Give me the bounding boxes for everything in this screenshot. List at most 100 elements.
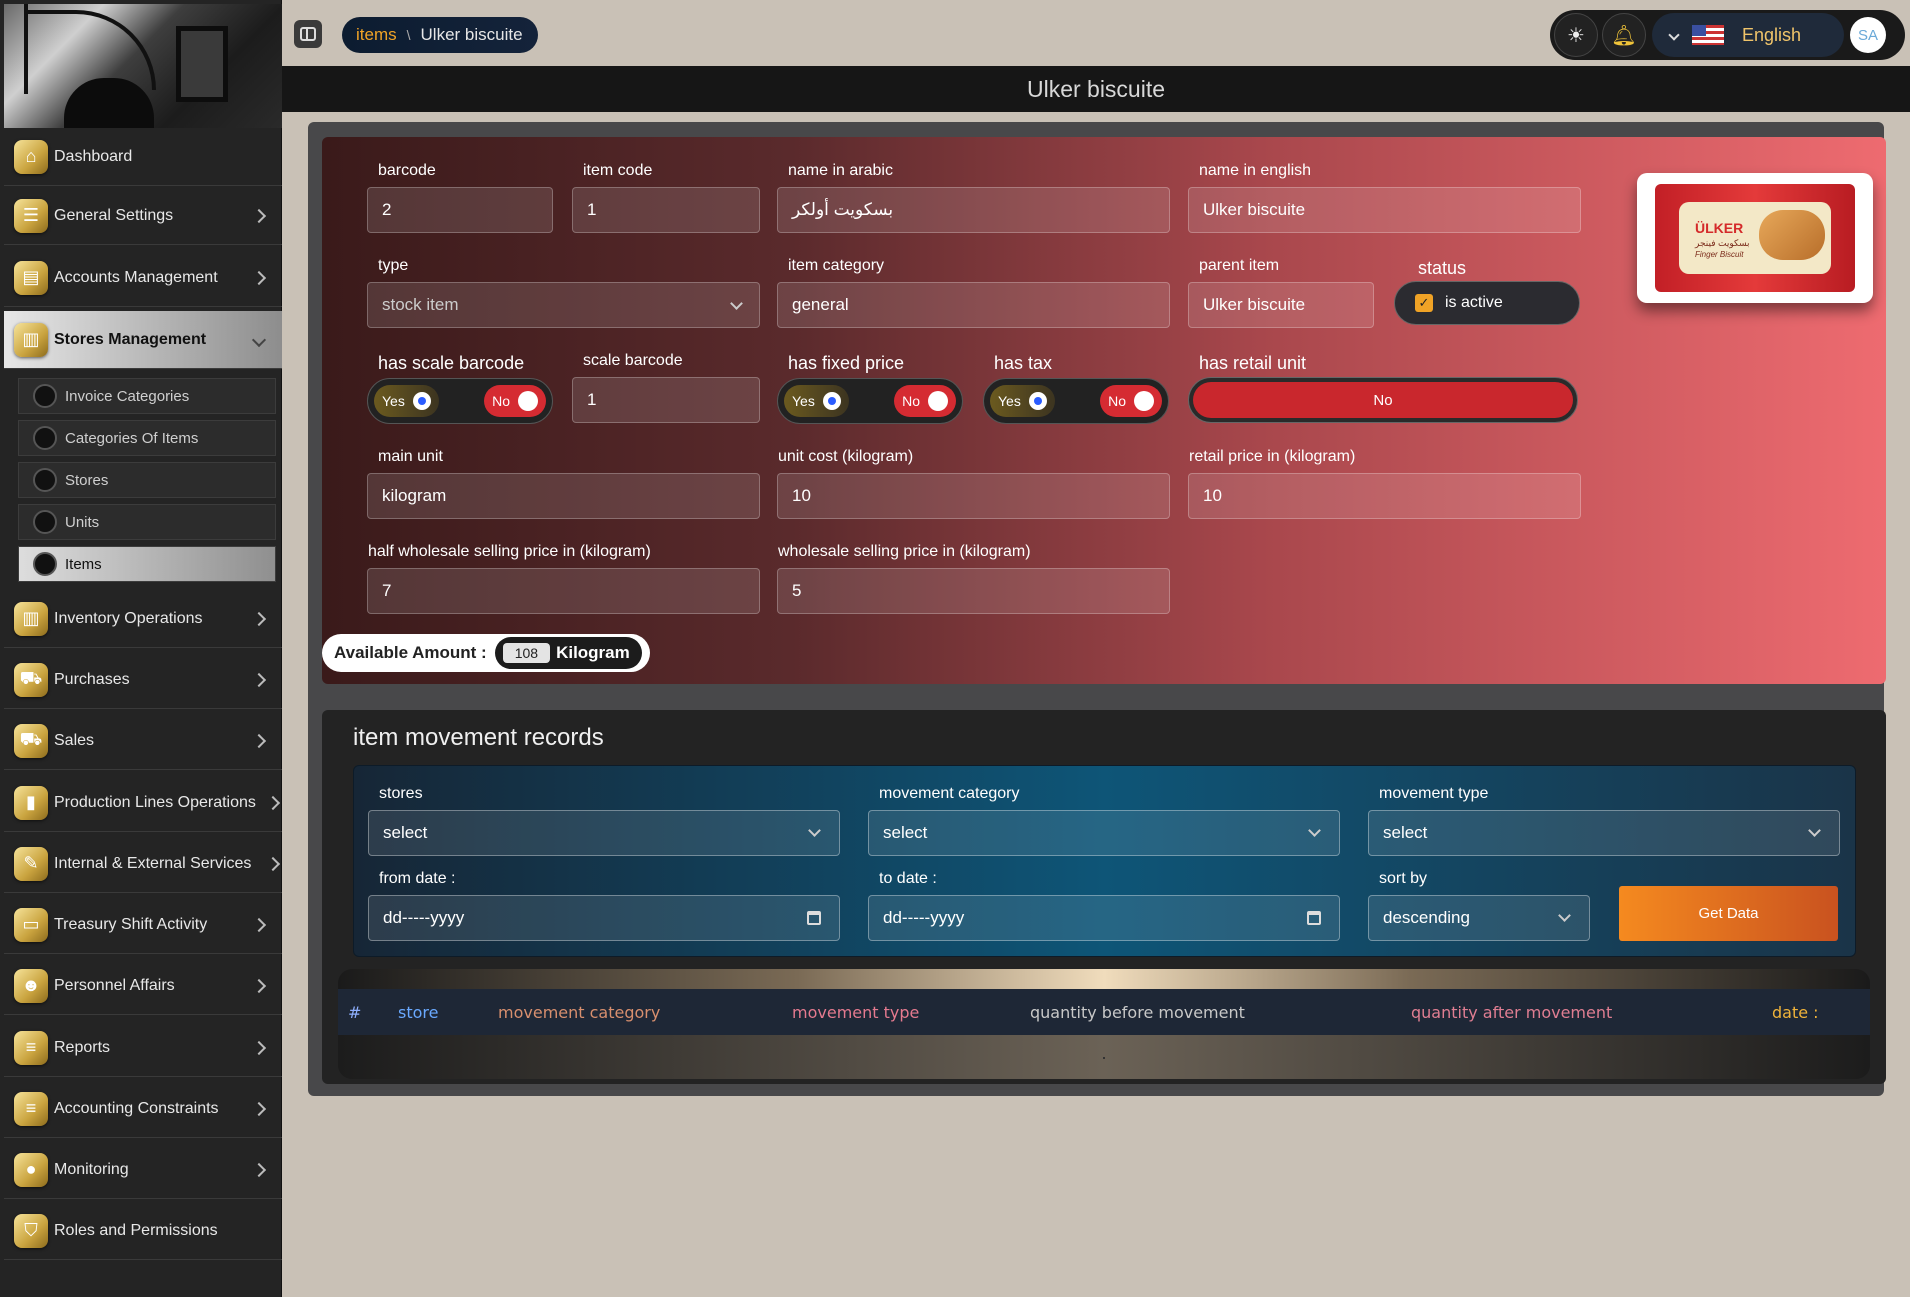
column-header-index[interactable]: #: [348, 1003, 361, 1022]
has-retail-unit-label: has retail unit: [1199, 353, 1307, 373]
list-icon: ≡: [14, 1091, 48, 1126]
name-arabic-input[interactable]: بسكويت أولكر: [777, 187, 1170, 233]
calendar-icon[interactable]: [807, 911, 821, 925]
from-date-input[interactable]: dd-----yyyy: [368, 895, 840, 941]
sidebar-item-label: Personnel Affairs: [54, 976, 175, 994]
barcode-input[interactable]: 2: [367, 187, 553, 233]
page-title: Ulker biscuite: [282, 66, 1910, 112]
main-unit-input[interactable]: kilogram: [367, 473, 760, 519]
status-checkbox[interactable]: ✓ is active: [1394, 281, 1580, 325]
sliders-icon: ☰: [14, 198, 48, 233]
column-header-movement-category[interactable]: movement category: [498, 1003, 660, 1022]
column-header-store[interactable]: store: [398, 1003, 438, 1022]
chevron-right-icon: [251, 1101, 267, 1116]
theme-toggle-button[interactable]: ☀: [1554, 13, 1598, 57]
yes-label: Yes: [792, 393, 815, 409]
status-value: is active: [1445, 294, 1503, 311]
sidebar-item-dashboard[interactable]: ⌂ Dashboard: [4, 128, 282, 186]
column-header-quantity-before[interactable]: quantity before movement: [1030, 1003, 1245, 1022]
sidebar-item-reports[interactable]: ≡ Reports: [4, 1019, 282, 1077]
sidebar-subitem-stores[interactable]: Stores: [18, 462, 276, 498]
circle-icon: [33, 510, 57, 534]
cart-icon: ⛟: [14, 723, 48, 758]
scale-barcode-input[interactable]: 1: [572, 377, 760, 423]
sidebar-subitem-label: Invoice Categories: [65, 387, 190, 405]
type-select[interactable]: stock item: [367, 282, 760, 328]
yes-option[interactable]: Yes: [374, 385, 439, 417]
has-tax-label: has tax: [994, 353, 1053, 373]
item-code-label: item code: [583, 162, 653, 179]
sidebar-item-production-lines-operations[interactable]: ▮ Production Lines Operations: [4, 774, 282, 832]
yes-option[interactable]: Yes: [784, 385, 849, 417]
sidebar-subitem-label: Stores: [65, 471, 109, 489]
retail-price-input[interactable]: 10: [1188, 473, 1581, 519]
no-option[interactable]: No: [484, 385, 546, 417]
yes-option[interactable]: Yes: [990, 385, 1055, 417]
sidebar-item-stores-management[interactable]: ▥ Stores Management: [4, 311, 282, 369]
sidebar-item-label: Accounting Constraints: [54, 1099, 219, 1117]
sidebar-subitem-categories-of-items[interactable]: Categories Of Items: [18, 420, 276, 456]
has-scale-barcode-toggle[interactable]: Yes No: [367, 378, 553, 424]
sidebar-item-personnel-affairs[interactable]: ☻ Personnel Affairs: [4, 957, 282, 1015]
sidebar-subitem-units[interactable]: Units: [18, 504, 276, 540]
notifications-button[interactable]: 🔔︎: [1602, 13, 1646, 57]
has-fixed-price-toggle[interactable]: Yes No: [777, 378, 963, 424]
movement-category-filter-label: movement category: [879, 785, 1020, 802]
has-retail-unit-toggle[interactable]: No: [1188, 377, 1578, 423]
cash-icon: ▭: [14, 907, 48, 942]
sidebar-item-accounting-constraints[interactable]: ≡ Accounting Constraints: [4, 1080, 282, 1138]
stores-filter-select[interactable]: select: [368, 810, 840, 856]
available-amount-value: 108: [502, 643, 551, 663]
movement-type-filter-select[interactable]: select: [1368, 810, 1840, 856]
radio-selected-icon: [822, 392, 841, 410]
wholesale-input[interactable]: 5: [777, 568, 1170, 614]
has-tax-toggle[interactable]: Yes No: [983, 378, 1169, 424]
item-category-label: item category: [788, 257, 885, 274]
chevron-right-icon: [251, 611, 267, 626]
column-header-date[interactable]: date :: [1772, 1003, 1819, 1022]
retail-price-label: retail price in (kilogram): [1189, 448, 1356, 465]
sidebar-item-accounts-management[interactable]: ▤ Accounts Management: [4, 249, 282, 307]
parent-item-input[interactable]: Ulker biscuite: [1188, 282, 1374, 328]
sidebar-subitem-invoice-categories[interactable]: Invoice Categories: [18, 378, 276, 414]
chevron-right-icon: [251, 672, 267, 687]
language-selector[interactable]: English: [1652, 13, 1844, 57]
unit-cost-input[interactable]: 10: [777, 473, 1170, 519]
avatar[interactable]: SA: [1850, 17, 1886, 53]
wallet-icon: ▤: [14, 260, 48, 295]
sidebar-item-purchases[interactable]: ⛟ Purchases: [4, 651, 282, 709]
half-wholesale-label: half wholesale selling price in (kilogra…: [368, 543, 651, 560]
to-date-input[interactable]: dd-----yyyy: [868, 895, 1340, 941]
movement-type-filter-label: movement type: [1379, 785, 1489, 802]
radio-selected-icon: [1028, 392, 1047, 410]
item-code-input[interactable]: 1: [572, 187, 760, 233]
sidebar-item-roles-permissions[interactable]: ⛉ Roles and Permissions: [4, 1202, 282, 1260]
sidebar-item-general-settings[interactable]: ☰ General Settings: [4, 187, 282, 245]
sidebar-item-sales[interactable]: ⛟ Sales: [4, 712, 282, 770]
bell-icon: 🔔︎: [1611, 24, 1637, 47]
sidebar-item-inventory-operations[interactable]: ▥ Inventory Operations: [4, 590, 282, 648]
movement-category-filter-select[interactable]: select: [868, 810, 1340, 856]
column-header-quantity-after[interactable]: quantity after movement: [1411, 1003, 1612, 1022]
chevron-down-icon: [1668, 29, 1680, 41]
sidebar-toggle-button[interactable]: [294, 20, 322, 48]
calendar-icon[interactable]: [1307, 911, 1321, 925]
sidebar-item-internal-external-services[interactable]: ✎ Internal & External Services: [4, 835, 282, 893]
chevron-down-icon: [1558, 909, 1571, 922]
sidebar-item-treasury-shift-activity[interactable]: ▭ Treasury Shift Activity: [4, 896, 282, 954]
breadcrumb: items \ Ulker biscuite: [342, 17, 538, 53]
biscuit-graphic: [1759, 210, 1825, 260]
sidebar-item-monitoring[interactable]: ● Monitoring: [4, 1141, 282, 1199]
sort-by-value: descending: [1383, 908, 1470, 927]
sidebar-subitem-items[interactable]: Items: [18, 546, 276, 582]
get-data-button[interactable]: Get Data: [1619, 886, 1838, 941]
no-option[interactable]: No: [894, 385, 956, 417]
column-header-movement-type[interactable]: movement type: [792, 1003, 919, 1022]
name-english-input[interactable]: Ulker biscuite: [1188, 187, 1581, 233]
item-category-input[interactable]: general: [777, 282, 1170, 328]
sort-by-select[interactable]: descending: [1368, 895, 1590, 941]
no-option[interactable]: No: [1100, 385, 1162, 417]
sidebar-item-label: General Settings: [54, 206, 174, 224]
half-wholesale-input[interactable]: 7: [367, 568, 760, 614]
breadcrumb-link-items[interactable]: items: [356, 25, 397, 45]
